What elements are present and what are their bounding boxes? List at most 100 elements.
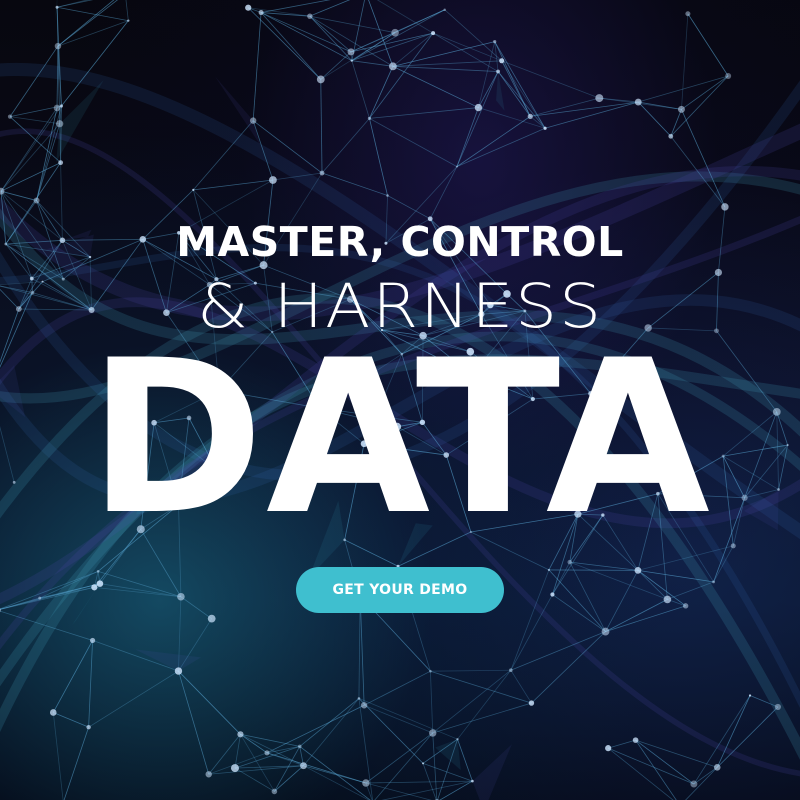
network-node (601, 627, 610, 636)
network-node (496, 69, 500, 74)
network-edge (303, 765, 367, 784)
network-edge (422, 762, 473, 782)
network-node (177, 592, 185, 601)
network-edge (99, 583, 181, 598)
network-node (493, 40, 497, 44)
network-edge (637, 570, 686, 607)
headline-master-control: MASTER, CONTROL (176, 218, 624, 266)
network-node (54, 42, 62, 50)
network-edge (685, 767, 718, 800)
network-edge (608, 747, 695, 785)
network-node (0, 608, 1, 613)
network-edge (53, 712, 89, 728)
network-node (455, 165, 458, 168)
network-node (443, 8, 447, 12)
network-node (33, 197, 40, 204)
network-node (632, 737, 639, 743)
network-edge (299, 746, 371, 800)
network-node (547, 568, 551, 572)
network-edge (358, 698, 458, 740)
network-node (89, 637, 96, 644)
network-node (685, 11, 691, 17)
headline-data: DATA (88, 314, 712, 561)
network-edge (180, 596, 212, 619)
network-node (319, 170, 325, 176)
network-edge (608, 739, 636, 749)
network-edge (569, 561, 606, 632)
network-node (550, 592, 555, 597)
network-node (682, 603, 689, 609)
network-edge (444, 9, 502, 62)
network-node (237, 731, 244, 738)
network-node (725, 72, 732, 79)
network-edge (432, 732, 438, 800)
hero-banner: MASTER, CONTROL & HARNESS DATA GET YOUR … (0, 0, 800, 800)
network-edge (9, 105, 62, 118)
network-edge (637, 570, 668, 600)
network-node (86, 724, 91, 730)
network-edge (387, 195, 431, 220)
network-node (391, 28, 399, 37)
network-facet (611, 570, 638, 614)
network-node (429, 729, 437, 737)
network-node (730, 543, 736, 549)
network-node (690, 780, 698, 788)
network-edge (351, 60, 370, 119)
network-node (543, 126, 547, 130)
network-facet (435, 739, 461, 771)
network-edge (303, 698, 360, 766)
network-node (258, 10, 264, 16)
network-edge (9, 45, 59, 117)
network-node (271, 788, 278, 795)
network-edge (52, 640, 93, 713)
network-node (474, 103, 483, 112)
network-edge (57, 0, 118, 47)
network-edge (63, 727, 90, 800)
network-node (528, 700, 535, 706)
network-edge (369, 118, 458, 167)
network-edge (544, 101, 639, 129)
network-edge (309, 15, 352, 53)
network-node (350, 59, 354, 62)
network-edge (376, 0, 434, 34)
network-edge (358, 698, 424, 764)
network-edge (457, 669, 512, 740)
network-node (7, 114, 13, 119)
network-node (386, 194, 389, 197)
network-node (360, 702, 368, 709)
network-edge (56, 0, 89, 8)
network-node (91, 584, 98, 591)
network-edge (234, 746, 300, 769)
network-edge (0, 107, 58, 192)
network-node (634, 566, 642, 574)
network-edge (365, 780, 473, 784)
network-node (595, 94, 604, 103)
network-node (347, 48, 355, 56)
network-edge (261, 0, 331, 13)
network-node (471, 779, 474, 783)
network-edge (510, 594, 553, 671)
network-node (367, 116, 372, 120)
network-edge (252, 12, 262, 121)
network-edge (439, 780, 473, 800)
get-demo-button[interactable]: GET YOUR DEMO (296, 567, 504, 613)
network-node (748, 694, 752, 697)
network-edge (57, 20, 129, 47)
network-edge (94, 586, 181, 598)
network-node (712, 580, 715, 584)
network-edge (392, 65, 499, 72)
network-edge (693, 767, 718, 785)
network-edge (320, 51, 352, 80)
network-node (127, 19, 130, 22)
network-node (269, 176, 277, 184)
network-edge (432, 669, 512, 734)
network-edge (320, 79, 323, 174)
network-node (38, 596, 42, 600)
network-edge (351, 60, 393, 67)
network-edge (430, 670, 532, 704)
network-node (49, 709, 57, 716)
network-edge (430, 669, 511, 672)
network-node (634, 98, 642, 106)
network-edge (266, 704, 365, 754)
network-edge (530, 101, 639, 117)
